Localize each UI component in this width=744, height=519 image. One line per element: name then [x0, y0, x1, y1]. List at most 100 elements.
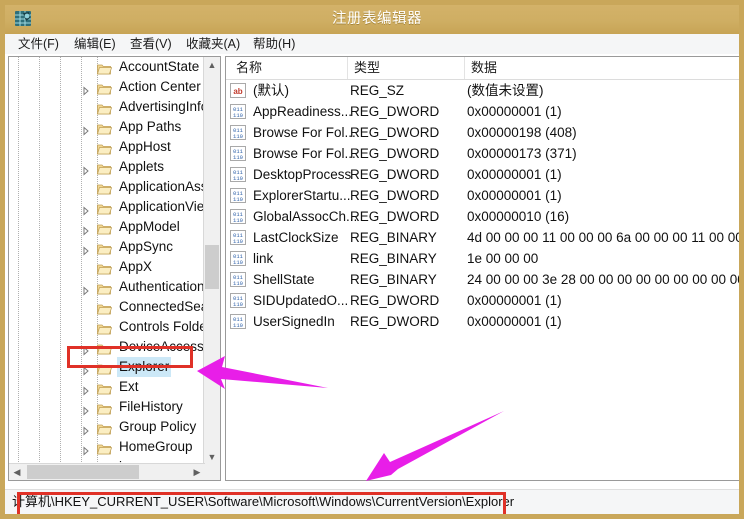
chevron-right-icon[interactable]	[81, 222, 91, 232]
tree-item-group-policy[interactable]: Group Policy	[9, 417, 205, 437]
binary-value-icon: 011110	[230, 209, 246, 224]
value-name: UserSignedIn	[253, 311, 335, 332]
value-row[interactable]: 011110Browse For Fol...REG_DWORD0x000001…	[226, 143, 743, 164]
folder-icon	[97, 241, 112, 253]
value-data: 0x00000001 (1)	[467, 101, 562, 122]
scroll-right-icon[interactable]: ▶	[189, 464, 205, 480]
column-header-name[interactable]: 名称	[230, 57, 348, 79]
value-name: DesktopProcess	[253, 164, 351, 185]
tree-vscroll-thumb[interactable]	[205, 245, 219, 289]
value-row[interactable]: 011110ShellStateREG_BINARY24 00 00 00 3e…	[226, 269, 743, 290]
tree-item-app-paths[interactable]: App Paths	[9, 117, 205, 137]
value-data: 4d 00 00 00 11 00 00 00 6a 00 00 00 11 0…	[467, 227, 744, 248]
window-title: 注册表编辑器	[5, 5, 744, 34]
value-row[interactable]: 011110DesktopProcessREG_DWORD0x00000001 …	[226, 164, 743, 185]
folder-icon	[97, 181, 112, 193]
value-name: Browse For Fol...	[253, 143, 356, 164]
chevron-right-icon[interactable]	[81, 342, 91, 352]
tree-item-apphost[interactable]: AppHost	[9, 137, 205, 157]
folder-icon	[97, 161, 112, 173]
value-row[interactable]: ab(默认)REG_SZ(数值未设置)	[226, 80, 743, 101]
value-name: GlobalAssocCh...	[253, 206, 357, 227]
tree-item-deviceaccess[interactable]: DeviceAccess	[9, 337, 205, 357]
value-row[interactable]: 011110AppReadiness...REG_DWORD0x00000001…	[226, 101, 743, 122]
tree-item-applicationass[interactable]: ApplicationAss	[9, 177, 205, 197]
chevron-right-icon[interactable]	[81, 122, 91, 132]
tree-item-action-center[interactable]: Action Center	[9, 77, 205, 97]
binary-value-icon: 011110	[230, 146, 246, 161]
registry-editor-window: 注册表编辑器 文件(F) 编辑(E) 查看(V) 收藏夹(A) 帮助(H) Ac…	[0, 0, 744, 519]
tree-item-label: Authentication	[119, 277, 205, 297]
folder-icon	[97, 121, 112, 133]
tree-item-ext[interactable]: Ext	[9, 377, 205, 397]
tree-hscroll-thumb[interactable]	[27, 465, 139, 479]
registry-values-panel[interactable]: 名称 类型 数据 ab(默认)REG_SZ(数值未设置)011110AppRea…	[225, 56, 744, 481]
menu-bar: 文件(F) 编辑(E) 查看(V) 收藏夹(A) 帮助(H)	[5, 34, 744, 55]
chevron-right-icon[interactable]	[81, 422, 91, 432]
chevron-right-icon[interactable]	[81, 82, 91, 92]
tree-item-label: HomeGroup	[119, 437, 193, 457]
tree-vertical-scrollbar[interactable]: ▲ ▼	[203, 57, 220, 465]
folder-icon	[97, 401, 112, 413]
value-row[interactable]: 011110GlobalAssocCh...REG_DWORD0x0000001…	[226, 206, 743, 227]
menu-item-favorites[interactable]: 收藏夹(A)	[183, 34, 243, 54]
tree-item-label: DeviceAccess	[119, 337, 204, 357]
menu-item-edit[interactable]: 编辑(E)	[71, 34, 119, 54]
chevron-right-icon[interactable]	[81, 282, 91, 292]
tree-item-homegroup[interactable]: HomeGroup	[9, 437, 205, 457]
tree-item-applets[interactable]: Applets	[9, 157, 205, 177]
tree-item-explorer[interactable]: Explorer	[9, 357, 205, 377]
value-type: REG_BINARY	[350, 227, 437, 248]
value-row[interactable]: 011110Browse For Fol...REG_DWORD0x000001…	[226, 122, 743, 143]
tree-item-appsync[interactable]: AppSync	[9, 237, 205, 257]
chevron-right-icon[interactable]	[81, 382, 91, 392]
chevron-right-icon[interactable]	[81, 402, 91, 412]
chevron-right-icon[interactable]	[81, 242, 91, 252]
chevron-right-icon[interactable]	[81, 202, 91, 212]
tree-item-authentication[interactable]: Authentication	[9, 277, 205, 297]
tree-item-advertisinginfo[interactable]: AdvertisingInfo	[9, 97, 205, 117]
tree-item-label: AccountState	[119, 57, 199, 77]
tree-item-label: App Paths	[119, 117, 181, 137]
value-row[interactable]: 011110LastClockSizeREG_BINARY4d 00 00 00…	[226, 227, 743, 248]
column-header-data[interactable]: 数据	[465, 57, 743, 79]
value-type: REG_DWORD	[350, 143, 439, 164]
value-row[interactable]: 011110ExplorerStartu...REG_DWORD0x000000…	[226, 185, 743, 206]
column-header-type[interactable]: 类型	[348, 57, 465, 79]
value-data: 0x00000001 (1)	[467, 311, 562, 332]
menu-item-help[interactable]: 帮助(H)	[250, 34, 298, 54]
binary-value-icon: 011110	[230, 167, 246, 182]
tree-item-appx[interactable]: AppX	[9, 257, 205, 277]
tree-item-label: Action Center	[119, 77, 201, 97]
scroll-left-icon[interactable]: ◀	[9, 464, 25, 480]
registry-tree-panel[interactable]: AccountStateAction CenterAdvertisingInfo…	[8, 56, 221, 481]
value-name: LastClockSize	[253, 227, 339, 248]
tree-item-appmodel[interactable]: AppModel	[9, 217, 205, 237]
svg-text:110: 110	[233, 133, 243, 140]
value-type: REG_DWORD	[350, 206, 439, 227]
chevron-right-icon[interactable]	[81, 162, 91, 172]
chevron-right-icon[interactable]	[81, 442, 91, 452]
menu-item-view[interactable]: 查看(V)	[127, 34, 175, 54]
tree-item-connectedsea[interactable]: ConnectedSea	[9, 297, 205, 317]
value-row[interactable]: 011110linkREG_BINARY1e 00 00 00	[226, 248, 743, 269]
value-row[interactable]: 011110UserSignedInREG_DWORD0x00000001 (1…	[226, 311, 743, 332]
value-data: 0x00000001 (1)	[467, 290, 562, 311]
tree-item-label: Group Policy	[119, 417, 196, 437]
value-name: (默认)	[253, 80, 289, 101]
svg-text:110: 110	[233, 175, 243, 182]
svg-text:ab: ab	[233, 87, 242, 96]
tree-item-accountstate[interactable]: AccountState	[9, 57, 205, 77]
tree-item-controls-folde[interactable]: Controls Folde	[9, 317, 205, 337]
value-type: REG_DWORD	[350, 101, 439, 122]
tree-item-applicationvie[interactable]: ApplicationVie	[9, 197, 205, 217]
registry-tree[interactable]: AccountStateAction CenterAdvertisingInfo…	[9, 57, 205, 465]
value-row[interactable]: 011110SIDUpdatedO...REG_DWORD0x00000001 …	[226, 290, 743, 311]
chevron-right-icon[interactable]	[81, 362, 91, 372]
scroll-up-icon[interactable]: ▲	[204, 57, 220, 73]
tree-item-label: Applets	[119, 157, 164, 177]
menu-item-file[interactable]: 文件(F)	[15, 34, 62, 54]
tree-horizontal-scrollbar[interactable]: ◀ ▶	[9, 463, 205, 480]
tree-item-filehistory[interactable]: FileHistory	[9, 397, 205, 417]
scroll-down-icon[interactable]: ▼	[204, 449, 220, 465]
